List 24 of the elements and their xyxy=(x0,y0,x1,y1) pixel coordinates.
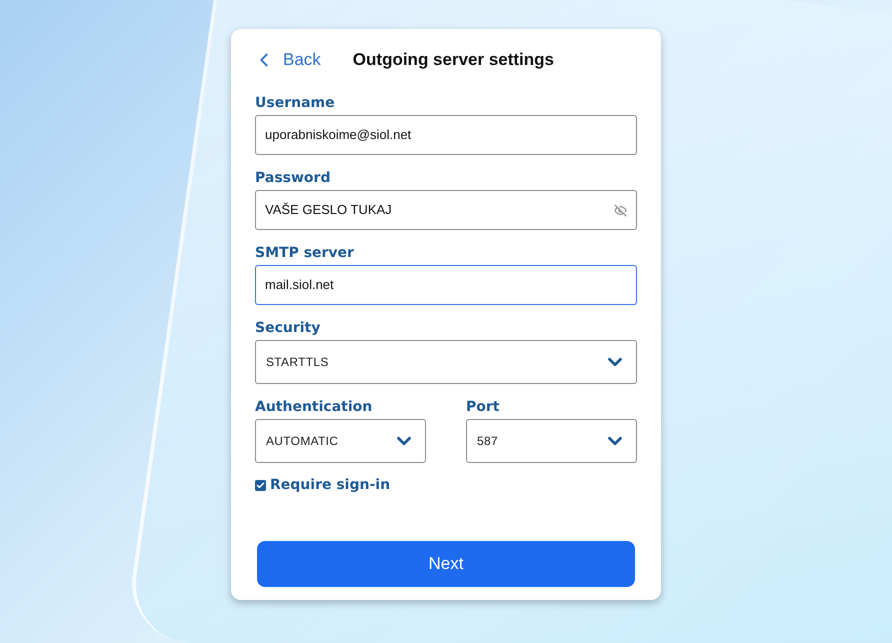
select-value: 587 xyxy=(477,433,498,450)
checkbox[interactable] xyxy=(255,480,266,491)
checkbox-label: Require sign-in xyxy=(270,476,390,495)
field-label: Security xyxy=(255,319,322,337)
select-value: STARTTLS xyxy=(266,354,329,371)
select-dropdown[interactable]: AUTOMATIC xyxy=(255,419,426,463)
field-label: Authentication xyxy=(255,398,374,416)
select-value: AUTOMATIC xyxy=(266,433,338,450)
input-field[interactable]: mail.siol.net xyxy=(255,265,637,305)
select-dropdown[interactable]: STARTTLS xyxy=(255,340,637,384)
field-value: mail.siol.net xyxy=(265,276,335,294)
select-dropdown[interactable]: 587 xyxy=(466,419,637,463)
field-value: VAŠE GESLO TUKAJ xyxy=(265,201,393,220)
page-title: Outgoing server settings xyxy=(352,49,554,72)
input-field[interactable]: VAŠE GESLO TUKAJ xyxy=(255,190,637,230)
field-label: SMTP server xyxy=(255,244,355,262)
field-value: uporabniskoime@siol.net xyxy=(265,126,412,144)
hide-password-icon[interactable] xyxy=(614,204,627,216)
next-button[interactable]: Next xyxy=(257,541,635,587)
input-field[interactable]: uporabniskoime@siol.net xyxy=(255,115,637,155)
back-link[interactable]: Back xyxy=(255,47,321,73)
field-label: Password xyxy=(255,169,332,187)
field-label: Port xyxy=(466,398,500,416)
field-label: Username xyxy=(255,94,336,112)
